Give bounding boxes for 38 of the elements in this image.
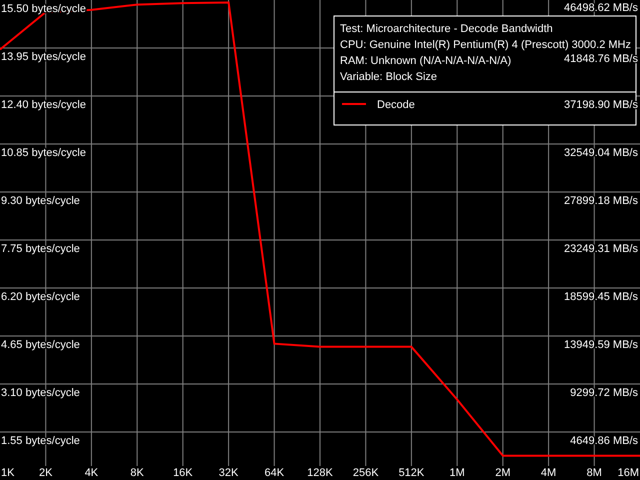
- y-axis-label: 9.30 bytes/cycle: [1, 195, 80, 207]
- info-text: Test: Microarchitecture - Decode Bandwidth: [340, 23, 553, 35]
- info-text: Variable: Block Size: [340, 71, 438, 83]
- info-text: RAM: Unknown (N/A-N/A-N/A-N/A): [340, 55, 512, 67]
- x-axis-label: 256K: [352, 467, 379, 479]
- y-axis-label: 13949.59 MB/s: [564, 339, 638, 351]
- x-axis-label: 2M: [495, 467, 510, 479]
- legend-line-icon: [342, 103, 366, 105]
- y-axis-label: 6.20 bytes/cycle: [1, 291, 80, 303]
- y-axis-label: 9299.72 MB/s: [570, 387, 638, 399]
- x-axis-label: 32K: [218, 467, 238, 479]
- x-axis-label: 64K: [264, 467, 284, 479]
- info-text: CPU: Genuine Intel(R) Pentium(R) 4 (Prescott) 3000.2 MHz: [340, 39, 631, 51]
- legend-label: Decode: [377, 99, 415, 111]
- y-axis-label: 18599.45 MB/s: [564, 291, 638, 303]
- y-axis-label: 46498.62 MB/s: [564, 2, 638, 14]
- x-axis-label: 128K: [307, 467, 333, 479]
- y-axis-label: 4649.86 MB/s: [570, 435, 638, 447]
- y-axis-label: 13.95 bytes/cycle: [1, 51, 86, 63]
- x-axis-label: 8M: [586, 467, 602, 479]
- y-axis-label: 7.75 bytes/cycle: [1, 243, 80, 255]
- y-axis-label: 1.55 bytes/cycle: [1, 435, 80, 447]
- x-axis-label: 4M: [540, 467, 556, 479]
- x-axis-label: 4K: [84, 467, 98, 479]
- y-axis-label: 27899.18 MB/s: [564, 195, 638, 207]
- x-axis-label: 2K: [38, 467, 52, 479]
- x-axis-label: 512K: [398, 467, 424, 479]
- x-axis-label: 16M: [618, 467, 639, 479]
- y-axis-label: 32549.04 MB/s: [564, 147, 638, 159]
- y-axis-label: 12.40 bytes/cycle: [1, 99, 86, 111]
- x-axis-label: 1K: [1, 467, 14, 479]
- y-axis-label: 23249.31 MB/s: [564, 243, 638, 255]
- y-axis-label: 4.65 bytes/cycle: [1, 339, 80, 351]
- x-axis-label: 16K: [173, 467, 193, 479]
- x-axis-label: 8K: [130, 467, 144, 479]
- x-axis-label: 1M: [450, 467, 465, 479]
- y-axis-label: 3.10 bytes/cycle: [1, 387, 80, 399]
- y-axis-label: 10.85 bytes/cycle: [1, 147, 86, 159]
